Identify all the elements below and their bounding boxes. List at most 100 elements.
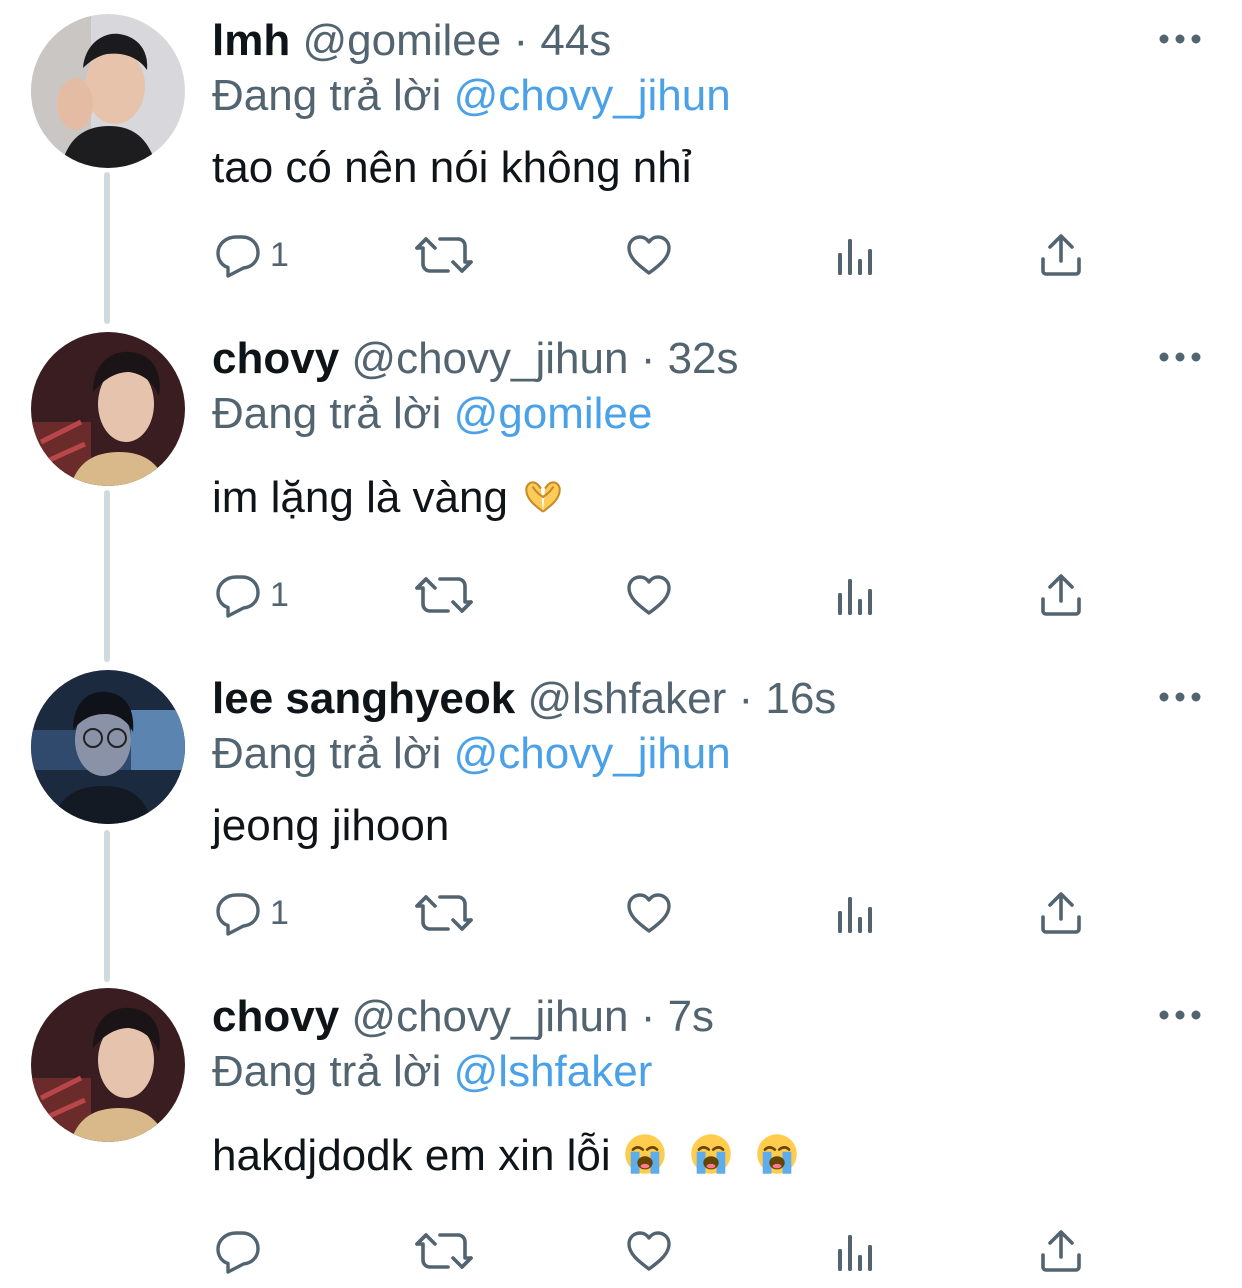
heart-hands-emoji — [520, 476, 566, 518]
tweet-text: hakdjdodk em xin lỗi — [212, 1131, 611, 1180]
tweet-header: lmh @gomilee · 44s — [212, 16, 611, 66]
user-handle[interactable]: @gomilee — [302, 16, 501, 65]
like-button[interactable] — [625, 888, 673, 938]
crying-face-emoji — [755, 1132, 799, 1176]
retweet-button[interactable] — [414, 570, 474, 620]
like-button[interactable] — [625, 1226, 673, 1276]
reply-icon — [214, 1227, 262, 1275]
views-icon — [832, 231, 880, 279]
heart-icon — [625, 889, 673, 937]
reply-to-handle[interactable]: @gomilee — [454, 389, 653, 438]
action-bar: 1 — [212, 230, 1112, 280]
retweet-button[interactable] — [414, 230, 474, 280]
retweet-icon — [414, 889, 474, 937]
reply-button[interactable]: 1 — [214, 570, 289, 620]
separator-dot: · — [640, 992, 656, 1041]
views-button[interactable] — [832, 230, 880, 280]
more-icon[interactable] — [1158, 349, 1202, 365]
retweet-icon — [414, 231, 474, 279]
tweet-header: lee sanghyeok @lshfaker · 16s — [212, 674, 836, 724]
tweet-text: tao có nên nói không nhỉ — [212, 143, 692, 192]
display-name[interactable]: lmh — [212, 16, 290, 65]
more-icon[interactable] — [1158, 31, 1202, 47]
timestamp[interactable]: 7s — [668, 992, 714, 1041]
separator-dot: · — [738, 674, 754, 723]
reply-count: 1 — [270, 235, 289, 274]
replying-to: Đang trả lời @gomilee — [212, 389, 652, 439]
views-icon — [832, 889, 880, 937]
views-button[interactable] — [832, 570, 880, 620]
avatar[interactable] — [31, 332, 185, 486]
tweet-text: im lặng là vàng — [212, 473, 508, 522]
reply-button[interactable]: 1 — [214, 888, 289, 938]
views-button[interactable] — [832, 888, 880, 938]
retweet-icon — [414, 571, 474, 619]
replying-to: Đang trả lời @lshfaker — [212, 1047, 652, 1097]
display-name[interactable]: lee sanghyeok — [212, 674, 515, 723]
share-icon — [1037, 889, 1085, 937]
like-button[interactable] — [625, 570, 673, 620]
retweet-button[interactable] — [414, 888, 474, 938]
more-icon[interactable] — [1158, 1007, 1202, 1023]
reply-icon — [214, 571, 262, 619]
reply-to-handle[interactable]: @chovy_jihun — [454, 729, 731, 778]
like-button[interactable] — [625, 230, 673, 280]
tweet-text-wrap: im lặng là vàng — [212, 472, 566, 524]
timestamp[interactable]: 44s — [540, 16, 611, 65]
display-name[interactable]: chovy — [212, 992, 339, 1041]
views-icon — [832, 1227, 880, 1275]
more-icon[interactable] — [1158, 689, 1202, 705]
crying-face-emoji — [689, 1132, 733, 1176]
replying-to: Đang trả lời @chovy_jihun — [212, 71, 731, 121]
share-icon — [1037, 571, 1085, 619]
action-bar: 1 — [212, 888, 1112, 938]
reply-prefix: Đang trả lời — [212, 389, 442, 438]
retweet-icon — [414, 1227, 474, 1275]
tweet-header: chovy @chovy_jihun · 7s — [212, 992, 714, 1042]
tweet-text: jeong jihoon — [212, 801, 450, 850]
user-handle[interactable]: @chovy_jihun — [351, 334, 628, 383]
timestamp[interactable]: 32s — [668, 334, 739, 383]
tweet[interactable]: lmh @gomilee · 44s Đang trả lời @chovy_j… — [0, 0, 1242, 320]
reply-to-handle[interactable]: @chovy_jihun — [454, 71, 731, 120]
reply-count: 1 — [270, 893, 289, 932]
share-button[interactable] — [1037, 230, 1085, 280]
share-button[interactable] — [1037, 888, 1085, 938]
action-bar — [212, 1226, 1112, 1276]
tweet-header: chovy @chovy_jihun · 32s — [212, 334, 739, 384]
timestamp[interactable]: 16s — [765, 674, 836, 723]
views-button[interactable] — [832, 1226, 880, 1276]
replying-to: Đang trả lời @chovy_jihun — [212, 729, 731, 779]
heart-icon — [625, 571, 673, 619]
reply-prefix: Đang trả lời — [212, 1047, 442, 1096]
user-handle[interactable]: @chovy_jihun — [351, 992, 628, 1041]
views-icon — [832, 571, 880, 619]
retweet-button[interactable] — [414, 1226, 474, 1276]
tweet[interactable]: lee sanghyeok @lshfaker · 16s Đang trả l… — [0, 660, 1242, 980]
reply-icon — [214, 231, 262, 279]
separator-dot: · — [640, 334, 656, 383]
reply-button[interactable]: 1 — [214, 230, 289, 280]
reply-button[interactable] — [214, 1226, 270, 1276]
share-icon — [1037, 231, 1085, 279]
share-icon — [1037, 1227, 1085, 1275]
user-handle[interactable]: @lshfaker — [528, 674, 727, 723]
action-bar: 1 — [212, 570, 1112, 620]
tweet-text-wrap: hakdjdodk em xin lỗi — [212, 1130, 799, 1182]
reply-prefix: Đang trả lời — [212, 71, 442, 120]
separator-dot: · — [513, 16, 529, 65]
reply-icon — [214, 889, 262, 937]
share-button[interactable] — [1037, 1226, 1085, 1276]
avatar[interactable] — [31, 14, 185, 168]
share-button[interactable] — [1037, 570, 1085, 620]
crying-face-emoji — [623, 1132, 667, 1176]
avatar[interactable] — [31, 670, 185, 824]
display-name[interactable]: chovy — [212, 334, 339, 383]
reply-count: 1 — [270, 575, 289, 614]
tweet[interactable]: chovy @chovy_jihun · 32s Đang trả lời @g… — [0, 320, 1242, 660]
heart-icon — [625, 1227, 673, 1275]
tweet[interactable]: chovy @chovy_jihun · 7s Đang trả lời @ls… — [0, 980, 1242, 1288]
reply-prefix: Đang trả lời — [212, 729, 442, 778]
avatar[interactable] — [31, 988, 185, 1142]
reply-to-handle[interactable]: @lshfaker — [454, 1047, 653, 1096]
